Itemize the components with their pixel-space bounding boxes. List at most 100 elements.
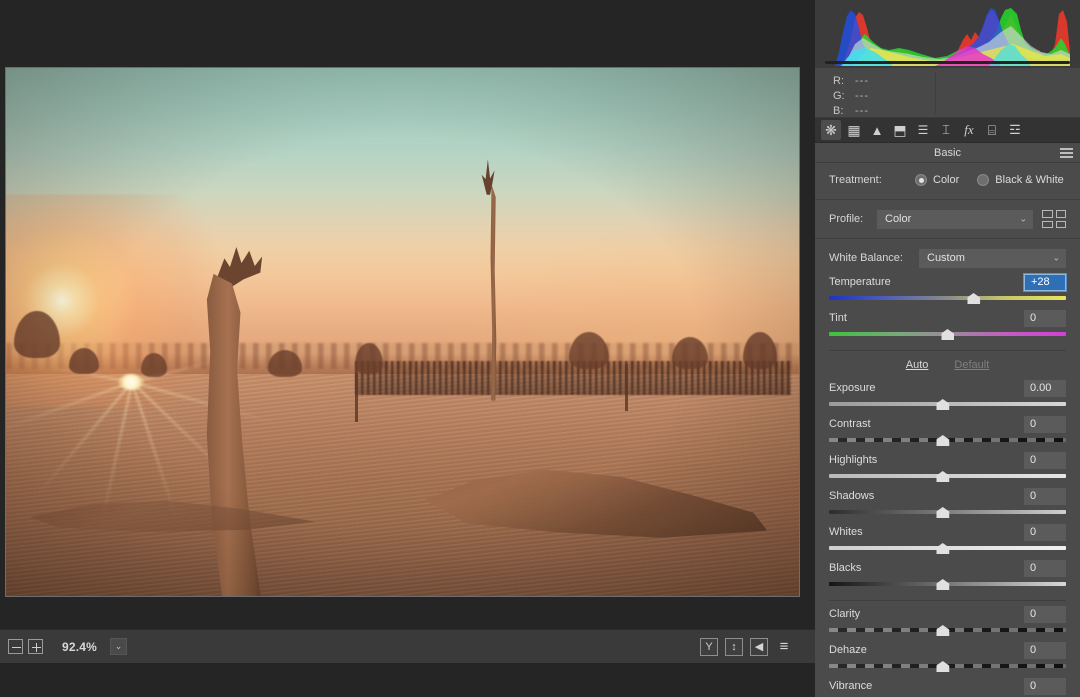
zoom-in-button[interactable]: [28, 639, 43, 654]
zoom-out-button[interactable]: [8, 639, 23, 654]
contrast-label: Contrast: [829, 418, 871, 430]
shadows-value-input[interactable]: 0: [1024, 488, 1066, 505]
presets-tab-icon[interactable]: ☲: [1005, 120, 1025, 140]
temperature-track-wrap[interactable]: [829, 293, 1066, 305]
g-channel-label: G:: [833, 90, 855, 102]
split-tone-tab-icon[interactable]: ☰: [913, 120, 933, 140]
basic-panel-header[interactable]: Basic: [815, 143, 1080, 163]
profile-browser-icon[interactable]: [1042, 210, 1066, 228]
fence-post: [625, 364, 628, 412]
r-channel-label: R:: [833, 75, 855, 87]
sunset-desert-photo: [6, 68, 799, 596]
rgb-readout: R: --- G: --- B: ---: [815, 68, 1080, 118]
dehaze-value-input[interactable]: 0: [1024, 642, 1066, 659]
chevron-down-icon: ⌄: [1019, 214, 1027, 225]
blacks-track-wrap[interactable]: [829, 579, 1066, 591]
temperature-slider-block: Temperature +28: [829, 272, 1066, 305]
blacks-thumb[interactable]: [936, 579, 949, 590]
dehaze-thumb[interactable]: [936, 661, 949, 672]
shadows-thumb[interactable]: [936, 507, 949, 518]
sample-target-tool[interactable]: Y: [700, 638, 718, 656]
clarity-track-wrap[interactable]: [829, 625, 1066, 637]
whites-thumb[interactable]: [936, 543, 949, 554]
exposure-slider-block: Exposure 0.00: [829, 378, 1066, 411]
exposure-value-input[interactable]: 0.00: [1024, 380, 1066, 397]
whites-value-input[interactable]: 0: [1024, 524, 1066, 541]
effects-tab-icon[interactable]: fx: [959, 120, 979, 140]
treatment-color-label: Color: [933, 174, 959, 186]
white-balance-value: Custom: [927, 252, 965, 264]
tint-track-wrap[interactable]: [829, 329, 1066, 341]
radio-bw-icon: [977, 174, 989, 186]
dehaze-track-wrap[interactable]: [829, 661, 1066, 673]
white-balance-select[interactable]: Custom ⌄: [919, 249, 1066, 268]
temperature-track[interactable]: [829, 296, 1066, 300]
blacks-value-input[interactable]: 0: [1024, 560, 1066, 577]
contrast-value-input[interactable]: 0: [1024, 416, 1066, 433]
zoom-level-value[interactable]: 92.4%: [48, 640, 105, 654]
divider-after-profile: [815, 238, 1080, 239]
photo-frame[interactable]: [5, 67, 800, 597]
optics-tab-icon[interactable]: ⌶: [936, 120, 956, 140]
histogram-panel[interactable]: [815, 0, 1080, 68]
treatment-option-bw[interactable]: Black & White: [977, 174, 1063, 186]
contrast-track-wrap[interactable]: [829, 435, 1066, 447]
clarity-slider-block: Clarity 0: [829, 604, 1066, 637]
default-button[interactable]: Default: [954, 359, 989, 371]
curve-tab-icon[interactable]: ▦: [844, 120, 864, 140]
calibration-tab-icon[interactable]: ⌸: [982, 120, 1002, 140]
exposure-track-wrap[interactable]: [829, 399, 1066, 411]
canvas-bottom-toolbar: 92.4% ⌄ Y ↕ ◀ ≡: [0, 629, 815, 663]
chevron-down-icon: ⌄: [1052, 253, 1060, 264]
zoom-dropdown-button[interactable]: ⌄: [110, 638, 127, 655]
treatment-label: Treatment:: [829, 174, 915, 186]
vibrance-value-input[interactable]: 0: [1024, 678, 1066, 695]
highlights-label: Highlights: [829, 454, 877, 466]
auto-default-row: Auto Default: [829, 355, 1066, 375]
shadows-header: Shadows 0: [829, 486, 1066, 506]
exposure-thumb[interactable]: [936, 399, 949, 410]
tint-thumb[interactable]: [941, 329, 954, 340]
basic-tab-icon[interactable]: ❋: [821, 120, 841, 140]
highlights-track-wrap[interactable]: [829, 471, 1066, 483]
before-after-vertical-tool[interactable]: ↕: [725, 638, 743, 656]
profile-select[interactable]: Color ⌄: [877, 210, 1033, 229]
clarity-thumb[interactable]: [936, 625, 949, 636]
highlights-thumb[interactable]: [936, 471, 949, 482]
exposure-header: Exposure 0.00: [829, 378, 1066, 398]
contrast-thumb[interactable]: [936, 435, 949, 446]
treatment-bw-label: Black & White: [995, 174, 1063, 186]
detail-tab-icon[interactable]: ▲: [867, 120, 887, 140]
temperature-label: Temperature: [829, 276, 891, 288]
color-mixer-tab-icon[interactable]: ⬒: [890, 120, 910, 140]
tint-header: Tint 0: [829, 308, 1066, 328]
before-after-left-tool[interactable]: ◀: [750, 638, 768, 656]
highlights-value-input[interactable]: 0: [1024, 452, 1066, 469]
radio-color-icon: [915, 174, 927, 186]
clarity-value-input[interactable]: 0: [1024, 606, 1066, 623]
panel-settings-tool[interactable]: ≡: [775, 638, 793, 656]
histogram-baseline: [825, 61, 1070, 64]
whites-track-wrap[interactable]: [829, 543, 1066, 555]
image-canvas-area: 92.4% ⌄ Y ↕ ◀ ≡: [0, 0, 815, 663]
auto-button[interactable]: Auto: [906, 359, 929, 371]
treatment-option-color[interactable]: Color: [915, 174, 959, 186]
clarity-label: Clarity: [829, 608, 860, 620]
tint-value-input[interactable]: 0: [1024, 310, 1066, 327]
temperature-value-input[interactable]: +28: [1024, 274, 1066, 291]
vibrance-slider-block: Vibrance 0: [829, 676, 1066, 697]
profile-row: Profile: Color ⌄: [829, 208, 1066, 230]
panel-menu-icon[interactable]: [1060, 148, 1073, 158]
profile-label: Profile:: [829, 213, 877, 225]
fence-post: [355, 374, 358, 422]
shadows-track-wrap[interactable]: [829, 507, 1066, 519]
b-channel-label: B:: [833, 105, 855, 117]
whites-header: Whites 0: [829, 522, 1066, 542]
dehaze-header: Dehaze 0: [829, 640, 1066, 660]
profile-value: Color: [885, 213, 911, 225]
vibrance-header: Vibrance 0: [829, 676, 1066, 696]
histogram-svg: [825, 4, 1070, 66]
temperature-thumb[interactable]: [967, 293, 980, 304]
readout-divider: [935, 72, 936, 114]
panel-tab-strip: ❋ ▦ ▲ ⬒ ☰ ⌶ fx ⌸ ☲: [815, 118, 1080, 143]
